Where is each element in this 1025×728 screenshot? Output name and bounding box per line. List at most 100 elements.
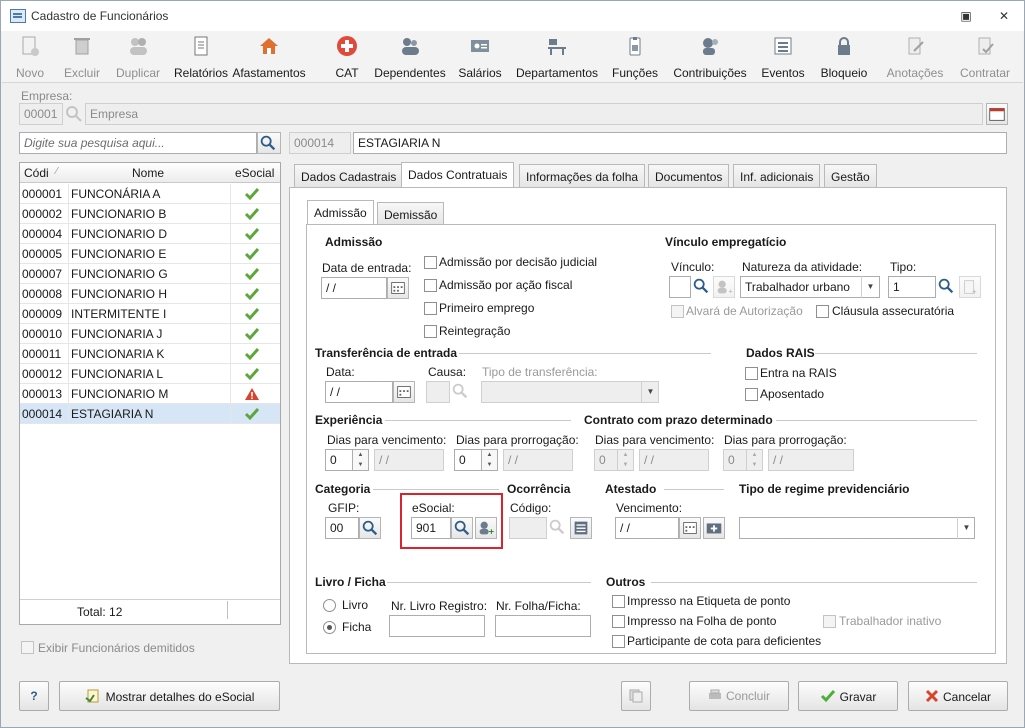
hire-button[interactable]: Contratar [954, 35, 1016, 81]
search-input[interactable]: Digite sua pesquisa aqui... [19, 132, 257, 154]
col-code-header[interactable]: Códi [24, 166, 49, 180]
new-button[interactable]: Novo [6, 35, 54, 81]
admissao-fiscal-checkbox[interactable] [424, 279, 437, 292]
livro-radio[interactable] [323, 599, 336, 612]
esocial-details-button[interactable]: Mostrar detalhes do eSocial [59, 681, 280, 711]
regime-dropdown-icon[interactable]: ▼ [957, 517, 975, 539]
row-name: FUNCIONARIA J [71, 327, 163, 341]
aposentado-checkbox[interactable] [745, 388, 758, 401]
table-row[interactable]: 000012 FUNCIONARIA L [20, 364, 280, 384]
tab-documentos[interactable]: Documentos [648, 164, 730, 188]
folha-ponto-checkbox[interactable] [612, 615, 625, 628]
ocorrencia-list-button[interactable] [570, 517, 592, 539]
salaries-button[interactable]: Salários [457, 35, 503, 81]
natureza-select[interactable]: Trabalhador urbano [740, 276, 880, 298]
inativo-checkbox[interactable] [823, 615, 836, 628]
departments-button[interactable]: Departamentos [514, 35, 600, 81]
atestado-venc-field[interactable]: / / [615, 517, 679, 539]
concluir-button[interactable]: Concluir [689, 681, 789, 711]
exp-prorr-field[interactable]: 0 [454, 449, 482, 471]
subtab-demissao[interactable]: Demissão [377, 202, 445, 226]
dependents-button[interactable]: Dependentes [372, 35, 448, 81]
table-row[interactable]: 000013 FUNCIONARIO M [20, 384, 280, 404]
reintegracao-checkbox[interactable] [424, 325, 437, 338]
notes-button[interactable]: Anotações [882, 35, 948, 81]
regime-select[interactable] [739, 517, 975, 539]
vinculo-add-button[interactable]: + [713, 276, 735, 298]
alvara-checkbox[interactable] [671, 305, 684, 318]
gfip-search-button[interactable] [359, 517, 381, 539]
copy-button[interactable] [621, 681, 651, 711]
tab-dados-cadastrais[interactable]: Dados Cadastrais [294, 164, 404, 188]
help-button[interactable]: ? [19, 681, 49, 711]
empresa-name-field: Empresa [85, 103, 983, 125]
etiqueta-ponto-checkbox[interactable] [612, 595, 625, 608]
cat-button[interactable]: CAT [332, 35, 362, 81]
clausula-checkbox[interactable] [816, 305, 829, 318]
close-icon[interactable]: ✕ [997, 9, 1011, 23]
tab-informacoes-folha[interactable]: Informações da folha [519, 164, 646, 188]
folha-ficha-field[interactable] [495, 615, 591, 637]
table-row[interactable]: 000014 ESTAGIARIA N [20, 404, 280, 424]
vinculo-field[interactable] [669, 276, 691, 298]
table-row[interactable]: 000002 FUNCIONARIO B [20, 204, 280, 224]
table-row[interactable]: 000008 FUNCIONARIO H [20, 284, 280, 304]
transferencia-data-label: Data: [326, 365, 355, 379]
toolbar: Novo Excluir Duplicar Relatórios Afastam… [2, 31, 1023, 83]
tab-gestao[interactable]: Gestão [824, 164, 877, 188]
tab-dados-contratuais[interactable]: Dados Contratuais [401, 162, 515, 188]
ficha-radio[interactable] [323, 621, 336, 634]
table-row[interactable]: 000005 FUNCIONARIO E [20, 244, 280, 264]
col-esocial-header[interactable]: eSocial [235, 166, 274, 180]
data-entrada-field[interactable]: / / [321, 277, 387, 299]
atestado-add-button[interactable] [703, 517, 725, 539]
atestado-calendar-button[interactable] [679, 517, 701, 539]
table-row[interactable]: 000010 FUNCIONARIA J [20, 324, 280, 344]
gfip-field[interactable]: 00 [325, 517, 359, 539]
table-row[interactable]: 000007 FUNCIONARIO G [20, 264, 280, 284]
leaves-button[interactable]: Afastamentos [216, 35, 322, 81]
search-button[interactable] [257, 132, 281, 154]
transferencia-calendar-button[interactable] [393, 381, 415, 403]
subtab-admissao[interactable]: Admissão [307, 200, 374, 225]
transferencia-data-field[interactable]: / / [325, 381, 393, 403]
delete-button[interactable]: Excluir [58, 35, 106, 81]
registro-field[interactable] [389, 615, 485, 637]
tipo-field[interactable]: 1 [888, 276, 936, 298]
show-dismissed-checkbox[interactable] [21, 641, 34, 654]
admissao-judicial-checkbox[interactable] [424, 256, 437, 269]
cota-checkbox[interactable] [612, 635, 625, 648]
exp-prorr-spinner[interactable]: ▲ ▼ [482, 449, 498, 471]
exp-venc-field[interactable]: 0 [325, 449, 353, 471]
col-name-header[interactable]: Nome [132, 166, 164, 180]
table-row[interactable]: 000011 FUNCIONARIA K [20, 344, 280, 364]
tab-inf-adicionais[interactable]: Inf. adicionais [733, 164, 821, 188]
primeiro-emprego-checkbox[interactable] [424, 302, 437, 315]
row-name: FUNCIONARIA L [71, 367, 164, 381]
tipo-add-button[interactable]: + [959, 276, 981, 298]
contributions-button[interactable]: Contribuições [670, 35, 750, 81]
gravar-button[interactable]: Gravar [798, 681, 898, 711]
table-row[interactable]: 000004 FUNCIONARIO D [20, 224, 280, 244]
row-divider [68, 324, 69, 344]
tipo-search-button[interactable] [936, 276, 958, 298]
natureza-dropdown-icon[interactable]: ▼ [861, 276, 879, 298]
restore-icon[interactable]: ▣ [959, 9, 973, 23]
entra-rais-checkbox[interactable] [745, 367, 758, 380]
row-code: 000007 [22, 267, 63, 281]
table-row[interactable]: 000009 INTERMITENTE I [20, 304, 280, 324]
cancelar-button[interactable]: Cancelar [908, 681, 1008, 711]
vinculo-search-button[interactable] [691, 276, 713, 298]
lock-button[interactable]: Bloqueio [816, 35, 872, 81]
events-button[interactable]: Eventos [758, 35, 808, 81]
functions-button[interactable]: Funções [610, 35, 660, 81]
duplicate-button[interactable]: Duplicar [110, 35, 166, 81]
employee-name-field[interactable]: ESTAGIARIA N [353, 132, 1007, 154]
calendar-button[interactable] [986, 103, 1008, 125]
contrato-separator [776, 420, 977, 421]
exp-venc-spinner[interactable]: ▲ ▼ [353, 449, 369, 471]
table-row[interactable]: 000001 FUNCONÁRIA A [20, 184, 280, 204]
row-divider [68, 244, 69, 264]
data-entrada-calendar-button[interactable] [387, 277, 409, 299]
svg-text:+: + [729, 286, 733, 295]
